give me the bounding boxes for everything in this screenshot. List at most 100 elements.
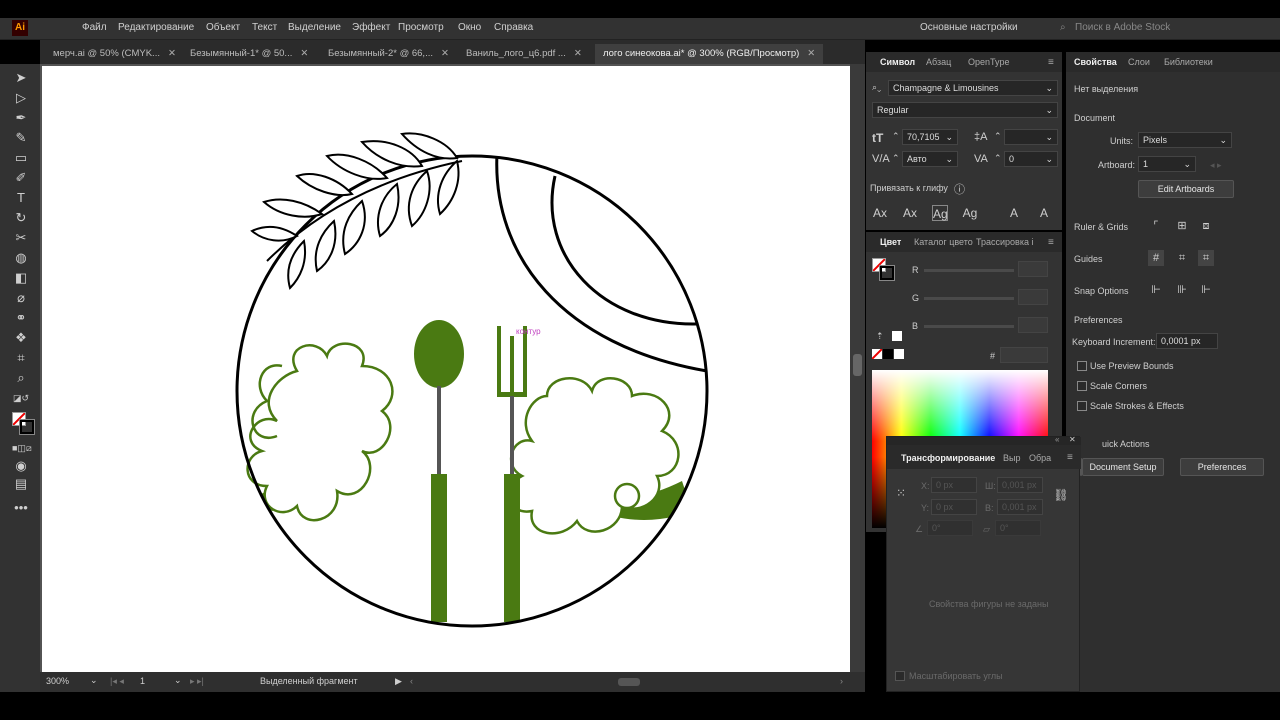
color-mode-icons[interactable]: ■◫⧄ bbox=[12, 440, 32, 456]
gradient-tool-icon[interactable]: ◧ bbox=[12, 270, 30, 286]
snap-xheight-icon[interactable]: Ax bbox=[902, 205, 918, 221]
close-icon[interactable]: ✕ bbox=[300, 48, 308, 59]
artboard-prev-icons[interactable]: |◂ ◂ bbox=[110, 676, 124, 687]
tab-align[interactable]: Выр bbox=[1003, 453, 1020, 463]
artboard-next-icons[interactable]: ▸ ▸| bbox=[190, 676, 204, 687]
font-family-field[interactable]: Champagne & Limousines ⌄ bbox=[888, 80, 1058, 96]
direct-selection-tool-icon[interactable]: ▷ bbox=[12, 90, 30, 106]
tab-opentype[interactable]: OpenType bbox=[968, 57, 1010, 67]
units-select[interactable]: Pixels ⌄ bbox=[1138, 132, 1232, 148]
preferences-button[interactable]: Preferences bbox=[1180, 458, 1264, 476]
workspace-switcher[interactable]: Основные настройки bbox=[920, 22, 1018, 33]
tab-layers[interactable]: Слои bbox=[1128, 57, 1150, 67]
menu-window[interactable]: Окно bbox=[458, 22, 481, 33]
document-setup-button[interactable]: Document Setup bbox=[1082, 458, 1164, 476]
stepper-icon[interactable]: ⌃ bbox=[994, 153, 1002, 164]
h-scroll-thumb[interactable] bbox=[618, 678, 640, 686]
tab-color-guide[interactable]: Каталог цвето bbox=[914, 237, 973, 247]
w-field[interactable]: 0,001 px bbox=[997, 477, 1043, 493]
menu-file[interactable]: Файл bbox=[82, 22, 107, 33]
b-slider[interactable] bbox=[924, 325, 1014, 328]
warp-tool-icon[interactable]: ◍ bbox=[12, 250, 30, 266]
symbol-sprayer-icon[interactable]: ❖ bbox=[12, 330, 30, 346]
stepper-icon[interactable]: ⌃ bbox=[892, 131, 900, 142]
artboard-number[interactable]: 1 bbox=[140, 676, 145, 686]
black-swatch[interactable] bbox=[883, 349, 893, 359]
snap-bounds-icon[interactable]: Ag bbox=[932, 205, 948, 221]
constrain-proportions-icon[interactable]: ⛓ bbox=[1053, 487, 1069, 503]
snap-pixel-icon[interactable]: ⊩ bbox=[1198, 282, 1214, 298]
eyedropper-tool-icon[interactable]: ⌀ bbox=[12, 290, 30, 306]
chevron-down-icon[interactable]: ⌄ bbox=[90, 675, 98, 686]
scroll-thumb[interactable] bbox=[853, 354, 862, 376]
curvature-tool-icon[interactable]: ✎ bbox=[12, 130, 30, 146]
ruler-icon[interactable]: ⌜ bbox=[1148, 218, 1164, 234]
tab-document-1[interactable]: мерч.ai @ 50% (CMYK... ✕ bbox=[45, 44, 184, 64]
panel-menu-icon[interactable]: ≡ bbox=[1048, 237, 1054, 248]
smart-guides-icon[interactable]: ⌗ bbox=[1198, 250, 1214, 266]
white-swatch[interactable] bbox=[894, 349, 904, 359]
screen-mode-icon[interactable]: ▤ bbox=[12, 476, 30, 492]
r-value-field[interactable] bbox=[1018, 261, 1048, 277]
close-icon[interactable]: ✕ bbox=[807, 48, 815, 59]
tab-document-3[interactable]: Безымянный-2* @ 66,... ✕ bbox=[320, 44, 457, 64]
scroll-right-icon[interactable]: › bbox=[840, 676, 843, 686]
transparency-grid-icon[interactable]: ⧈ bbox=[1198, 218, 1214, 234]
menu-help[interactable]: Справка bbox=[494, 22, 533, 33]
zoom-level[interactable]: 300% bbox=[46, 676, 69, 686]
scale-corners-checkbox[interactable] bbox=[895, 671, 905, 681]
scissors-tool-icon[interactable]: ✂ bbox=[12, 230, 30, 246]
snap-proximity-icon[interactable]: Ag bbox=[962, 205, 978, 221]
show-guides-icon[interactable]: # bbox=[1148, 250, 1164, 266]
scale-corners-checkbox[interactable] bbox=[1077, 381, 1087, 391]
menu-text[interactable]: Текст bbox=[252, 22, 277, 33]
vertical-scrollbar[interactable] bbox=[850, 64, 865, 672]
tab-transform[interactable]: Трансформирование bbox=[901, 453, 995, 463]
font-search-icon[interactable]: ⌕⌄ bbox=[872, 82, 881, 93]
close-icon[interactable]: ✕ bbox=[574, 48, 582, 59]
none-swatch[interactable] bbox=[871, 348, 883, 360]
rotate-tool-icon[interactable]: ↻ bbox=[12, 210, 30, 226]
x-field[interactable]: 0 px bbox=[931, 477, 977, 493]
use-preview-bounds-checkbox[interactable] bbox=[1077, 361, 1087, 371]
zoom-tool-icon[interactable]: ⌕ bbox=[12, 370, 30, 386]
menu-select[interactable]: Выделение bbox=[288, 22, 341, 33]
reference-point-icon[interactable]: ⁙ bbox=[893, 485, 909, 501]
menu-view[interactable]: Просмотр bbox=[398, 22, 444, 33]
lock-guides-icon[interactable]: ⌗ bbox=[1174, 250, 1190, 266]
b-value-field[interactable] bbox=[1018, 317, 1048, 333]
tab-character[interactable]: Символ bbox=[880, 57, 915, 67]
grid-icon[interactable]: ⊞ bbox=[1174, 218, 1190, 234]
tab-pathfinder[interactable]: Обра bbox=[1029, 453, 1051, 463]
stepper-icon[interactable]: ⌃ bbox=[892, 153, 900, 164]
stroke-swatch[interactable] bbox=[19, 419, 35, 435]
g-slider[interactable] bbox=[924, 297, 1014, 300]
info-icon[interactable]: ⓘ bbox=[954, 181, 965, 197]
font-style-field[interactable]: Regular ⌄ bbox=[872, 102, 1058, 118]
scale-strokes-checkbox[interactable] bbox=[1077, 401, 1087, 411]
play-icon[interactable]: ▶ bbox=[395, 676, 402, 687]
draw-mode-icon[interactable]: ◉ bbox=[12, 458, 30, 474]
panel-menu-icon[interactable]: ≡ bbox=[1067, 452, 1073, 463]
selection-tool-icon[interactable]: ➤ bbox=[12, 70, 30, 86]
swap-colors-icon[interactable]: ◪↺ bbox=[12, 390, 30, 406]
logo-artwork[interactable]: контур bbox=[42, 66, 850, 672]
menu-edit[interactable]: Редактирование bbox=[118, 22, 194, 33]
close-icon[interactable]: ✕ bbox=[1069, 435, 1076, 444]
more-tools-icon[interactable]: ••• bbox=[12, 500, 30, 516]
close-icon[interactable]: ✕ bbox=[441, 48, 449, 59]
panel-menu-icon[interactable]: ≡ bbox=[1048, 57, 1054, 68]
stroke-swatch[interactable] bbox=[879, 265, 895, 281]
tab-document-2[interactable]: Безымянный-1* @ 50... ✕ bbox=[182, 44, 316, 64]
snap-baseline-icon[interactable]: Ax bbox=[872, 205, 888, 221]
stock-search-input[interactable]: Поиск в Adobe Stock bbox=[1075, 22, 1170, 33]
blend-tool-icon[interactable]: ⚭ bbox=[12, 310, 30, 326]
keyboard-increment-field[interactable]: 0,0001 px bbox=[1156, 333, 1218, 349]
close-icon[interactable]: ✕ bbox=[168, 48, 176, 59]
menu-object[interactable]: Объект bbox=[206, 22, 240, 33]
pen-tool-icon[interactable]: ✒ bbox=[12, 110, 30, 126]
artboard-select[interactable]: 1 ⌄ bbox=[1138, 156, 1196, 172]
r-slider[interactable] bbox=[924, 269, 1014, 272]
stepper-icon[interactable]: ⌃ bbox=[994, 131, 1002, 142]
tracking-field[interactable]: 0 ⌄ bbox=[1004, 151, 1058, 167]
